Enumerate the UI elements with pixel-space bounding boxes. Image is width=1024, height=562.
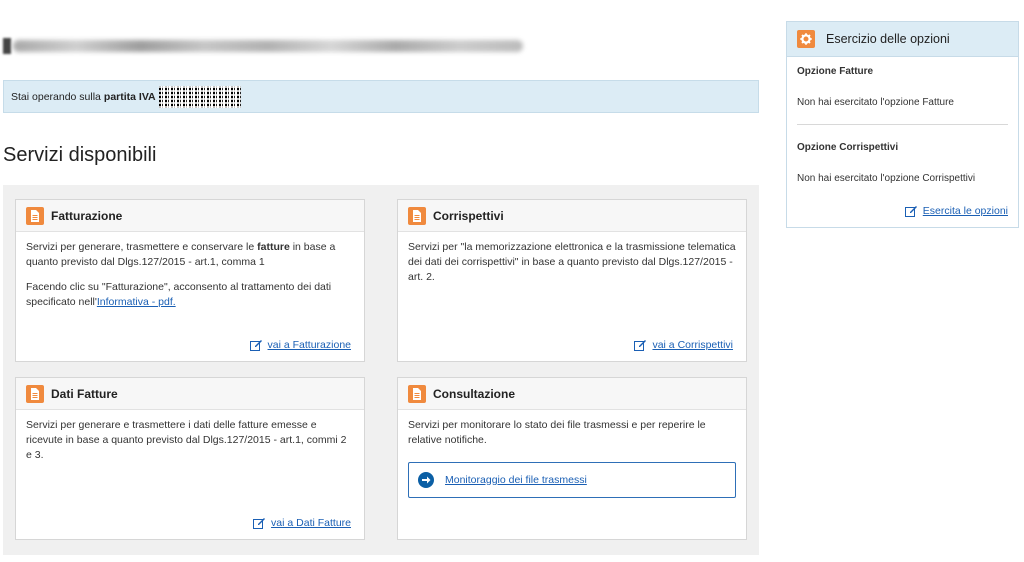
- document-icon: [26, 206, 44, 225]
- card-body: Servizi per monitorare lo stato dei file…: [398, 410, 746, 506]
- opzioni-title: Esercizio delle opzioni: [826, 32, 950, 46]
- edit-icon: [249, 340, 262, 351]
- card-header: Fatturazione: [16, 200, 364, 232]
- services-panel: Fatturazione Servizi per generare, trasm…: [3, 185, 759, 555]
- card-body: Servizi per generare e trasmettere i dat…: [16, 410, 364, 471]
- card-title: Dati Fatture: [51, 386, 118, 401]
- esercizio-opzioni-panel: Esercizio delle opzioni Opzione Fatture …: [786, 21, 1019, 228]
- edit-icon: [253, 518, 266, 529]
- iva-number-redacted: [158, 85, 241, 108]
- vai-a-corrispettivi[interactable]: vai a Corrispettivi: [634, 339, 733, 351]
- opzioni-body: Opzione Fatture Non hai esercitato l'opz…: [787, 66, 1018, 184]
- card-dati-fatture: Dati Fatture Servizi per generare e tras…: [15, 377, 365, 540]
- document-icon: [408, 206, 426, 225]
- card-description: Servizi per monitorare lo stato dei file…: [408, 419, 706, 446]
- document-icon: [26, 384, 44, 403]
- esercita-opzioni[interactable]: Esercita le opzioni: [904, 205, 1008, 217]
- opzione-corrispettivi-status: Non hai esercitato l'opzione Corrispetti…: [797, 173, 976, 184]
- card-description: Servizi per generare, trasmettere e cons…: [26, 241, 336, 268]
- edit-icon: [904, 206, 917, 217]
- opzione-corrispettivi-label: Opzione Corrispettivi: [797, 142, 899, 153]
- card-header: Corrispettivi: [398, 200, 746, 232]
- opzioni-header: Esercizio delle opzioni: [787, 22, 1018, 57]
- edit-icon: [634, 340, 647, 351]
- card-title: Consultazione: [433, 386, 516, 401]
- consent-text: Facendo clic su "Fatturazione", acconsen…: [26, 281, 332, 308]
- document-icon: [408, 384, 426, 403]
- informativa-pdf-link[interactable]: Informativa - pdf.: [97, 296, 176, 308]
- iva-label: partita IVA: [103, 90, 156, 103]
- servizi-title: Servizi disponibili: [3, 144, 157, 166]
- divider: [797, 124, 1008, 125]
- gear-icon: [797, 30, 815, 48]
- monitoraggio-button[interactable]: Monitoraggio dei file trasmessi: [408, 462, 736, 498]
- opzione-fatture-label: Opzione Fatture: [797, 66, 874, 77]
- vai-a-dati-fatture-link[interactable]: vai a Dati Fatture: [271, 517, 351, 529]
- iva-prefix: Stai operando sulla: [11, 90, 101, 103]
- arrow-right-circle-icon: [418, 472, 434, 488]
- vai-a-corrispettivi-link[interactable]: vai a Corrispettivi: [652, 339, 733, 351]
- card-body: Servizi per generare, trasmettere e cons…: [16, 232, 364, 318]
- vai-a-dati-fatture[interactable]: vai a Dati Fatture: [253, 517, 351, 529]
- esercita-opzioni-link[interactable]: Esercita le opzioni: [923, 205, 1008, 217]
- card-fatturazione: Fatturazione Servizi per generare, trasm…: [15, 199, 365, 362]
- card-consultazione: Consultazione Servizi per monitorare lo …: [397, 377, 747, 540]
- opzione-fatture-status: Non hai esercitato l'opzione Fatture: [797, 97, 954, 108]
- card-header: Dati Fatture: [16, 378, 364, 410]
- company-name-redacted: [3, 36, 523, 56]
- card-body: Servizi per "la memorizzazione elettroni…: [398, 232, 746, 293]
- card-title: Corrispettivi: [433, 208, 504, 223]
- card-description: Servizi per generare e trasmettere i dat…: [26, 419, 347, 461]
- partita-iva-bar: Stai operando sulla partita IVA: [3, 80, 759, 113]
- card-title: Fatturazione: [51, 208, 123, 223]
- monitoraggio-link[interactable]: Monitoraggio dei file trasmessi: [445, 473, 587, 488]
- vai-a-fatturazione-link[interactable]: vai a Fatturazione: [268, 339, 351, 351]
- vai-a-fatturazione[interactable]: vai a Fatturazione: [249, 339, 351, 351]
- card-description: Servizi per "la memorizzazione elettroni…: [408, 241, 736, 283]
- card-header: Consultazione: [398, 378, 746, 410]
- card-corrispettivi: Corrispettivi Servizi per "la memorizzaz…: [397, 199, 747, 362]
